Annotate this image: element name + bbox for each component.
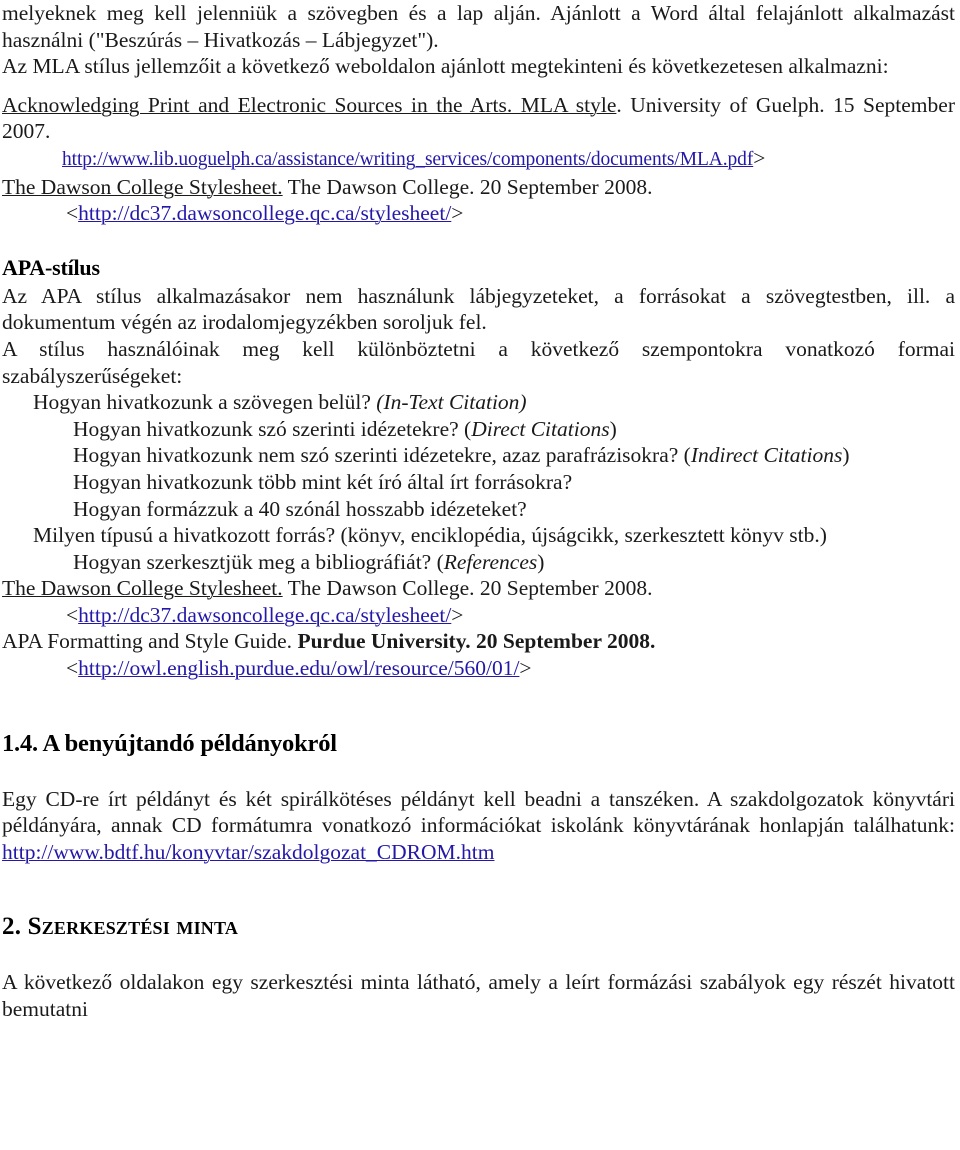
apa-ref2-publisher: Purdue University. 20 September 2008. <box>297 629 656 654</box>
apa-paragraph-2: A stílus használóinak meg kell különbözt… <box>2 336 955 388</box>
question-text: Hogyan hivatkozunk szó szerinti idézetek… <box>73 416 472 441</box>
apa-ref1-url-link[interactable]: http://dc37.dawsoncollege.qc.ca/styleshe… <box>78 603 451 627</box>
library-cdrom-url-link[interactable]: http://www.bdtf.hu/konyvtar/szakdolgozat… <box>2 840 494 864</box>
apa-reference-2: APA Formatting and Style Guide. Purdue U… <box>0 628 960 655</box>
question-english-term: (In-Text Citation) <box>376 390 527 415</box>
section-1-4-paragraph: Egy CD-re írt példányt és két spirálköté… <box>0 786 960 866</box>
mla-reference-2: The Dawson College Stylesheet. The Dawso… <box>0 174 960 201</box>
apa-ref2-title: APA Formatting and Style Guide. <box>2 629 298 654</box>
mla-reference-1-url-line: http://www.lib.uoguelph.ca/assistance/wr… <box>0 145 960 174</box>
question-text: Hogyan formázzuk a 40 szónál hosszabb id… <box>73 496 527 521</box>
section-2-paragraph: A következő oldalakon egy szerkesztési m… <box>2 970 955 1022</box>
section-2-heading: 2. Szerkesztési minta <box>2 913 239 941</box>
apa-question-item: Hogyan hivatkozunk nem szó szerinti idéz… <box>0 442 960 469</box>
mla-ref1-title: Acknowledging Print and Electronic Sourc… <box>2 92 617 117</box>
mla-ref2-rest: The Dawson College. 20 September 2008. <box>282 174 653 199</box>
question-text: Hogyan szerkesztjük meg a bibliográfiát?… <box>73 549 444 574</box>
apa-reference-1: The Dawson College Stylesheet. The Dawso… <box>0 575 960 602</box>
apa-ref2-url-link[interactable]: http://owl.english.purdue.edu/owl/resour… <box>78 656 519 680</box>
section-1-4-text: Egy CD-re írt példányt és két spirálköté… <box>2 786 955 838</box>
question-text: Hogyan hivatkozunk nem szó szerinti idéz… <box>73 443 691 468</box>
mla-ref1-url-close: > <box>753 145 766 170</box>
mla-ref2-url-open: < <box>66 201 79 226</box>
apa-ref1-url-close: > <box>451 602 464 627</box>
document-page: melyeknek meg kell jelenniük a szövegben… <box>0 0 960 1150</box>
apa-question-item: Hogyan szerkesztjük meg a bibliográfiát?… <box>0 549 960 576</box>
question-text: Hogyan hivatkozunk a szövegen belül? <box>33 390 377 415</box>
paragraph-footnote-instructions: melyeknek meg kell jelenniük a szövegben… <box>2 1 955 52</box>
apa-reference-1-url-line: <http://dc37.dawsoncollege.qc.ca/stylesh… <box>0 602 960 629</box>
apa-question-item: Hogyan hivatkozunk több mint két író ált… <box>0 469 960 496</box>
apa-question-item: Hogyan hivatkozunk a szövegen belül? (In… <box>0 389 960 416</box>
paragraph-mla-intro: Az MLA stílus jellemzőit a következő web… <box>2 54 889 79</box>
apa-ref1-url-open: < <box>66 602 79 627</box>
apa-question-item: Hogyan hivatkozunk szó szerinti idézetek… <box>0 416 960 443</box>
mla-ref1-url-link[interactable]: http://www.lib.uoguelph.ca/assistance/wr… <box>62 149 753 170</box>
apa-ref2-url-open: < <box>66 656 79 681</box>
mla-reference-2-url-line: <http://dc37.dawsoncollege.qc.ca/stylesh… <box>0 200 960 227</box>
question-text: Milyen típusú a hivatkozott forrás? (kön… <box>33 523 827 548</box>
question-suffix: ) <box>609 416 617 441</box>
apa-reference-2-url-line: <http://owl.english.purdue.edu/owl/resou… <box>0 655 960 682</box>
question-english-term: Indirect Citations <box>690 443 843 468</box>
mla-ref2-title: The Dawson College Stylesheet. <box>2 174 283 199</box>
question-english-term: References <box>443 549 538 574</box>
apa-section-heading: APA-stílus <box>2 254 100 280</box>
mla-ref2-url-link[interactable]: http://dc37.dawsoncollege.qc.ca/styleshe… <box>78 201 451 225</box>
question-suffix: ) <box>842 443 850 468</box>
apa-ref1-rest: The Dawson College. 20 September 2008. <box>282 576 653 601</box>
apa-paragraph-1: Az APA stílus alkalmazásakor nem használ… <box>2 283 955 335</box>
question-suffix: ) <box>537 549 545 574</box>
apa-ref2-url-close: > <box>519 656 532 681</box>
question-text: Hogyan hivatkozunk több mint két író ált… <box>73 469 573 494</box>
apa-question-item: Milyen típusú a hivatkozott forrás? (kön… <box>0 522 960 549</box>
apa-ref1-title: The Dawson College Stylesheet. <box>2 576 283 601</box>
apa-question-item: Hogyan formázzuk a 40 szónál hosszabb id… <box>0 496 960 523</box>
mla-reference-1: Acknowledging Print and Electronic Sourc… <box>0 92 960 145</box>
section-1-4-heading: 1.4. A benyújtandó példányokról <box>2 729 337 757</box>
question-english-term: Direct Citations <box>471 416 610 441</box>
mla-ref2-url-close: > <box>451 201 464 226</box>
